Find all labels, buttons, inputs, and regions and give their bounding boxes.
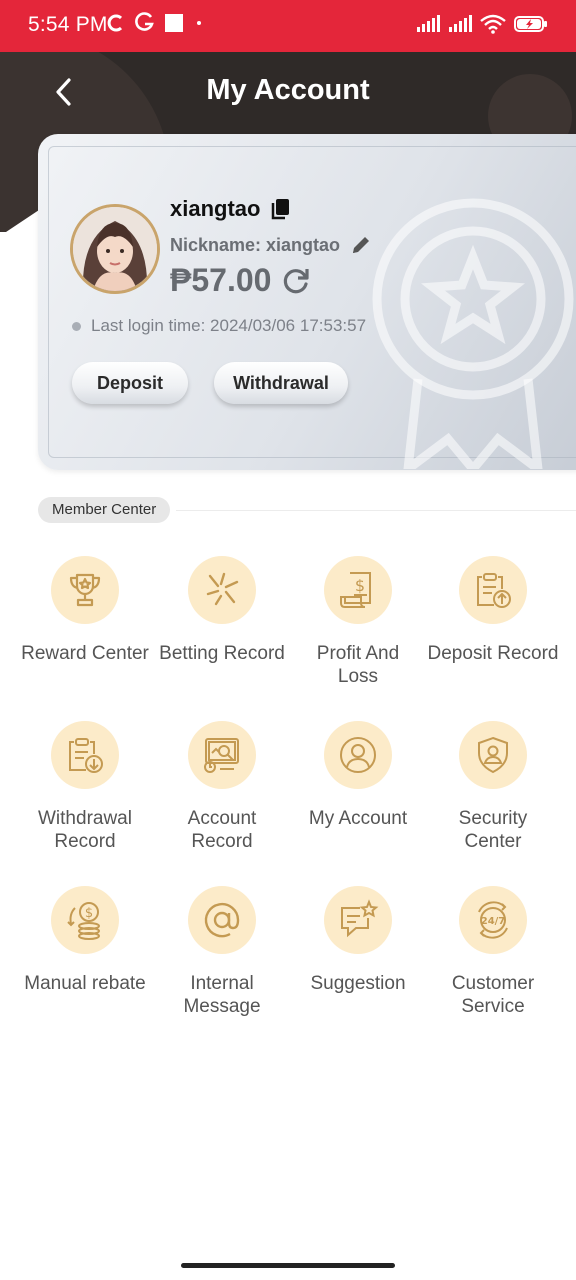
- username-row: xiangtao: [170, 196, 290, 222]
- account-card: xiangtao Nickname: xiangtao ₱57.00 Last …: [38, 134, 576, 470]
- menu-item-label: Deposit Record: [427, 643, 559, 664]
- nickname-row: Nickname: xiangtao: [170, 234, 372, 256]
- status-app-icons: [106, 12, 204, 34]
- last-login-row: Last login time: 2024/03/06 17:53:57: [72, 316, 366, 336]
- coins-icon: $: [67, 902, 100, 940]
- svg-text:$: $: [355, 576, 365, 595]
- menu-item-label: Internal Message: [183, 973, 261, 1017]
- sync-icon: [107, 14, 123, 32]
- shield-user-icon: [478, 736, 508, 774]
- clipboard-upload-icon: [477, 573, 511, 608]
- member-center-label: Member Center: [38, 497, 171, 523]
- menu-item-account-record[interactable]: Account Record: [150, 721, 294, 853]
- medal-watermark-icon: [372, 198, 574, 469]
- receipt-icon: $: [340, 572, 371, 608]
- menu-item-internal-message[interactable]: Internal Message: [150, 886, 294, 1018]
- signal-icon: [417, 15, 440, 32]
- last-login-time: Last login time: 2024/03/06 17:53:57: [91, 316, 367, 335]
- menu-item-manual-rebate[interactable]: $ Manual rebate: [13, 886, 157, 995]
- menu-item-label: Customer Service: [451, 973, 535, 1017]
- wifi-icon: [480, 14, 506, 34]
- menu-item-label: My Account: [308, 808, 408, 829]
- nickname: Nickname: xiangtao: [170, 234, 341, 255]
- menu-item-profit-and-loss[interactable]: $ Profit And Loss: [286, 556, 430, 688]
- balance: ₱57.00: [170, 262, 272, 298]
- support-24-7-icon: 24/7: [478, 901, 508, 939]
- menu-item-label: Account Record: [187, 808, 257, 852]
- status-bar: 5:54 PM: [0, 0, 576, 52]
- battery-charging-icon: [514, 16, 547, 32]
- clipboard-download-icon: [69, 738, 103, 773]
- menu-item-my-account[interactable]: My Account: [286, 721, 430, 830]
- menu-item-label: Security Center: [458, 808, 528, 852]
- avatar-image: [73, 207, 157, 291]
- menu-item-betting-record[interactable]: Betting Record: [150, 556, 294, 665]
- avatar[interactable]: [70, 204, 160, 294]
- at-icon: [204, 902, 240, 938]
- dot-icon: [197, 21, 201, 25]
- username: xiangtao: [170, 196, 261, 221]
- menu-item-label: Reward Center: [21, 643, 149, 664]
- menu-item-deposit-record[interactable]: Deposit Record: [421, 556, 565, 665]
- square-icon: [165, 14, 183, 32]
- google-icon: [135, 12, 154, 31]
- home-indicator[interactable]: [181, 1263, 395, 1268]
- menu-item-label: Betting Record: [159, 643, 285, 664]
- trophy-icon: [69, 573, 101, 607]
- menu-item-label: Withdrawal Record: [38, 808, 132, 852]
- refresh-icon[interactable]: [281, 266, 311, 296]
- page-title: My Account: [206, 74, 370, 106]
- menu-item-label: Manual rebate: [24, 973, 146, 994]
- monitor-search-icon: [204, 738, 239, 773]
- section-divider: [176, 510, 576, 511]
- menu-item-suggestion[interactable]: Suggestion: [286, 886, 430, 995]
- chat-star-icon: [341, 899, 379, 938]
- login-dot: [72, 321, 81, 331]
- svg-text:$: $: [85, 906, 93, 921]
- signal-icon: [449, 15, 472, 32]
- menu-item-reward-center[interactable]: Reward Center: [13, 556, 157, 665]
- menu-item-withdrawal-record[interactable]: Withdrawal Record: [13, 721, 157, 853]
- menu-item-security-center[interactable]: Security Center: [421, 721, 565, 853]
- menu-item-customer-service[interactable]: 24/7 Customer Service: [421, 886, 565, 1018]
- menu-item-label: Suggestion: [310, 973, 406, 994]
- edit-pencil-icon[interactable]: [350, 234, 372, 256]
- svg-text:24/7: 24/7: [481, 916, 506, 927]
- copy-icon[interactable]: [270, 198, 290, 220]
- sparkle-icon: [206, 572, 239, 606]
- balance-row: ₱57.00: [170, 262, 311, 299]
- status-time: 5:54 PM: [28, 13, 108, 36]
- user-circle-icon: [340, 737, 376, 773]
- status-right-icons: [416, 14, 548, 34]
- menu-item-label: Profit And Loss: [316, 643, 400, 687]
- deposit-button[interactable]: Deposit: [72, 362, 188, 404]
- withdrawal-button[interactable]: Withdrawal: [214, 362, 348, 404]
